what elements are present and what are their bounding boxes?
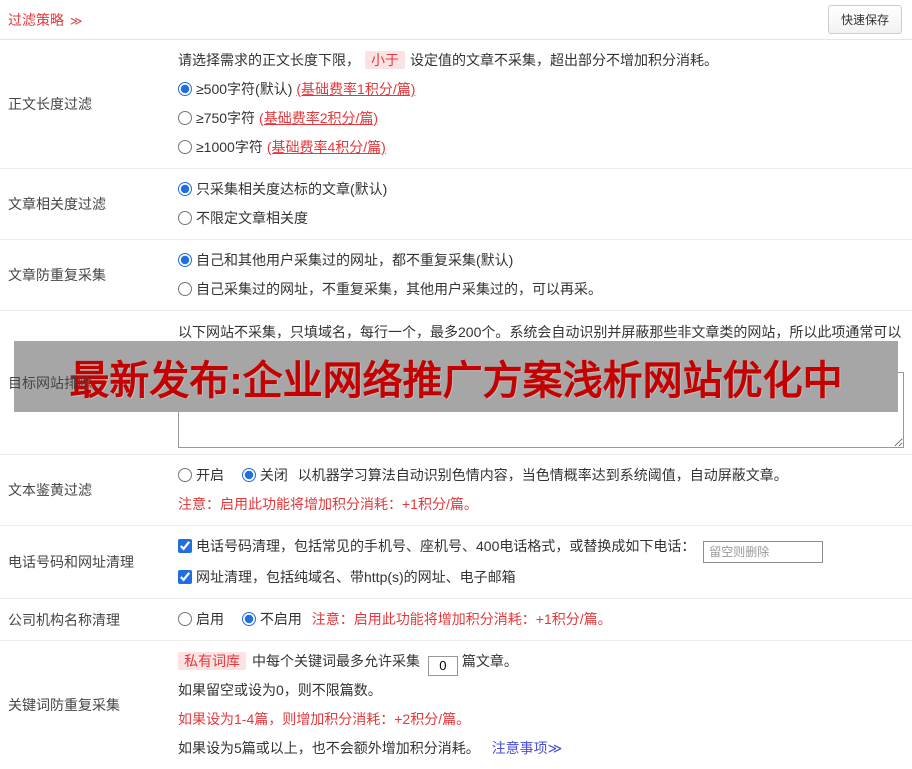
length-option-500-radio[interactable] [178,82,192,96]
relevance-strict-radio[interactable] [178,182,192,196]
dedup-global-radio[interactable] [178,253,192,267]
length-option-1000-radio[interactable] [178,140,192,154]
porn-filter-off[interactable]: 关闭 [241,467,292,483]
company-clean-enable[interactable]: 启用 [178,611,228,627]
company-clean-label: 公司机构名称清理 [8,611,120,628]
row-relevance-filter: 文章相关度过滤 只采集相关度达标的文章(默认) 不限定文章相关度 [0,169,912,240]
ad-banner-text: 最新发布:企业网络推广方案浅析网站优化中 [69,358,843,403]
length-filter-label: 正文长度过滤 [8,96,92,112]
porn-off-radio[interactable] [241,468,256,482]
relevance-option-any[interactable]: 不限定文章相关度 [178,210,308,226]
relevance-any-radio[interactable] [178,211,192,225]
row-company-clean: 公司机构名称清理 启用 不启用 注意：启用此功能将增加积分消耗：+1积分/篇。 [0,599,912,641]
private-lexicon-highlight: 私有词库 [178,652,246,670]
phone-url-clean-label: 电话号码和网址清理 [8,554,134,570]
company-clean-disable[interactable]: 不启用 [241,611,306,627]
keyword-dedup-note-five: 如果设为5篇或以上，也不会额外增加积分消耗。 [178,740,480,756]
section-title-filter-strategy[interactable]: 过滤策略 ≫ [8,10,82,30]
row-keyword-dedup: 关键词防重复采集 私有词库中每个关键词最多允许采集 篇文章。 如果留空或设为0，… [0,641,912,769]
relevance-option-strict[interactable]: 只采集相关度达标的文章(默认) [178,181,387,197]
dedup-option-self[interactable]: 自己采集过的网址，不重复采集，其他用户采集过的，可以再采。 [178,281,602,297]
row-dedup-filter: 文章防重复采集 自己和其他用户采集过的网址，都不重复采集(默认) 自己采集过的网… [0,240,912,311]
relevance-filter-label: 文章相关度过滤 [8,196,106,212]
dedup-self-radio[interactable] [178,282,192,296]
fee-note: (基础费率1积分/篇) [296,81,416,97]
phone-clean-option[interactable]: 电话号码清理，包括常见的手机号、座机号、400电话格式，或替换成如下电话： [178,538,699,554]
fee-note: (基础费率2积分/篇) [259,110,379,126]
company-clean-cost-note: 注意：启用此功能将增加积分消耗：+1积分/篇。 [311,611,612,627]
dedup-filter-label: 文章防重复采集 [8,267,106,283]
page-title: 过滤策略 [8,11,64,28]
length-option-1000[interactable]: ≥1000字符 (基础费率4积分/篇) [178,139,386,155]
keyword-dedup-note-cost: 如果设为1-4篇，则增加积分消耗：+2积分/篇。 [178,711,471,727]
notes-link[interactable]: 注意事项≫ [492,740,563,756]
quick-save-button[interactable]: 快速保存 [827,5,902,34]
page-header: 过滤策略 ≫ 快速保存 [0,0,912,40]
porn-filter-cost-note: 注意：启用此功能将增加积分消耗：+1积分/篇。 [178,496,478,512]
length-filter-intro: 请选择需求的正文长度下限， 小于 设定值的文章不采集，超出部分不增加积分消耗。 [178,51,718,69]
chevron-expand-icon[interactable]: ≫ [70,14,83,28]
phone-replacement-input[interactable] [703,541,824,563]
porn-on-radio[interactable] [178,468,192,482]
keyword-max-count-input[interactable] [427,655,458,676]
company-disable-radio[interactable] [241,612,256,626]
less-than-highlight: 小于 [365,51,405,69]
porn-filter-on[interactable]: 开启 [178,467,228,483]
keyword-dedup-label: 关键词防重复采集 [8,697,120,713]
length-option-750-radio[interactable] [178,111,192,125]
fee-note: (基础费率4积分/篇) [266,139,386,155]
company-enable-radio[interactable] [178,612,192,626]
dedup-option-global[interactable]: 自己和其他用户采集过的网址，都不重复采集(默认) [178,252,513,268]
porn-filter-description: 以机器学习算法自动识别色情内容，当色情概率达到系统阈值，自动屏蔽文章。 [297,467,788,483]
keyword-dedup-note-zero: 如果留空或设为0，则不限篇数。 [178,682,382,698]
site-exclude-label: 目标网站排除 [8,374,92,391]
row-length-filter: 正文长度过滤 请选择需求的正文长度下限， 小于 设定值的文章不采集，超出部分不增加积… [0,40,912,169]
length-option-500[interactable]: ≥500字符(默认) (基础费率1积分/篇) [178,81,415,97]
phone-clean-checkbox[interactable] [178,539,192,553]
length-option-750[interactable]: ≥750字符 (基础费率2积分/篇) [178,110,378,126]
row-porn-filter: 文本鉴黄过滤 开启 关闭 以机器学习算法自动识别色情内容，当色情概率达到系统阈值… [0,455,912,526]
porn-filter-label: 文本鉴黄过滤 [8,482,92,498]
url-clean-option[interactable]: 网址清理，包括纯域名、带http(s)的网址、电子邮箱 [178,569,516,585]
row-phone-url-clean: 电话号码和网址清理 电话号码清理，包括常见的手机号、座机号、400电话格式，或替… [0,526,912,599]
url-clean-checkbox[interactable] [178,570,192,584]
